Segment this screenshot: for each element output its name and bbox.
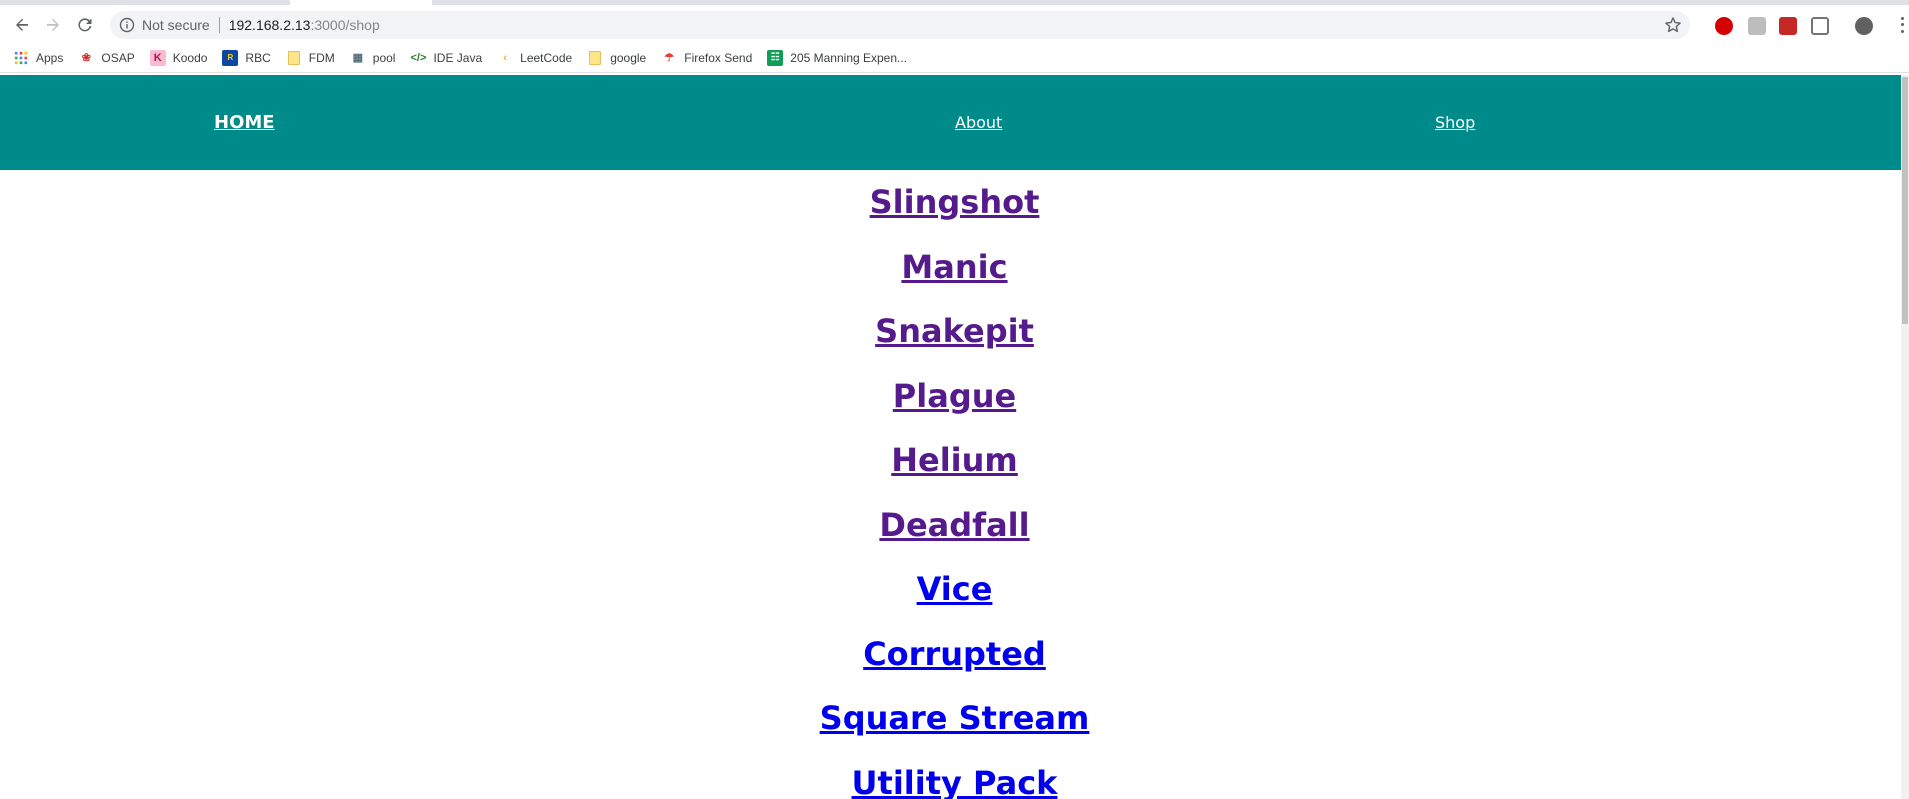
bookmark-label: LeetCode xyxy=(520,50,573,65)
omnibox-divider xyxy=(218,17,220,33)
koodo-icon: K xyxy=(149,49,166,66)
bookmark-ide-java[interactable]: </> IDE Java xyxy=(410,50,483,66)
bookmark-label: OSAP xyxy=(101,50,135,65)
maple-leaf-icon: ❀ xyxy=(81,52,91,64)
code-icon: </> xyxy=(410,51,427,64)
product-link-utility-pack[interactable]: Utility Pack xyxy=(0,751,1909,799)
bookmark-koodo[interactable]: K Koodo xyxy=(149,49,208,66)
forward-button[interactable] xyxy=(40,12,66,38)
nav-home-link[interactable]: HOME xyxy=(214,112,275,133)
page-scrollbar[interactable] xyxy=(1901,75,1909,799)
extension-icon[interactable] xyxy=(1748,17,1766,35)
bookmark-label: pool xyxy=(372,50,396,65)
product-link-slingshot[interactable]: Slingshot xyxy=(0,170,1909,235)
bookmark-osap[interactable]: ❀ OSAP xyxy=(78,50,135,66)
opera-extension-icon[interactable] xyxy=(1715,17,1733,35)
bookmark-apps[interactable]: Apps xyxy=(13,50,63,66)
forward-arrow-icon xyxy=(47,18,59,31)
rbc-icon: R xyxy=(222,49,239,66)
bookmark-firefox-send[interactable]: ☂ Firefox Send xyxy=(661,50,752,66)
bookmark-label: Koodo xyxy=(172,50,208,65)
site-navbar: HOME About Shop xyxy=(0,75,1909,170)
bookmark-rbc[interactable]: R RBC xyxy=(222,49,271,66)
leetcode-icon: ‹ xyxy=(503,51,507,64)
bookmark-label: Firefox Send xyxy=(684,50,753,65)
back-arrow-icon xyxy=(16,18,28,31)
url-host[interactable]: 192.168.2.13 xyxy=(229,17,311,33)
bookmark-fdm[interactable]: FDM xyxy=(286,50,335,66)
bookmark-pool[interactable]: ▦ pool xyxy=(350,50,396,66)
bookmark-label: Apps xyxy=(36,50,64,65)
nav-shop-link[interactable]: Shop xyxy=(1435,113,1475,132)
bookmark-label: RBC xyxy=(245,50,271,65)
bookmark-label: FDM xyxy=(308,50,335,65)
bookmark-leetcode[interactable]: ‹ LeetCode xyxy=(497,50,572,66)
extension-icon[interactable] xyxy=(1811,17,1829,35)
scrollbar-thumb[interactable] xyxy=(1902,77,1908,324)
product-link-helium[interactable]: Helium xyxy=(0,428,1909,493)
product-link-manic[interactable]: Manic xyxy=(0,235,1909,300)
product-link-snakepit[interactable]: Snakepit xyxy=(0,299,1909,364)
product-link-deadfall[interactable]: Deadfall xyxy=(0,493,1909,558)
bookmark-label: 205 Manning Expen... xyxy=(790,50,908,65)
reload-icon xyxy=(78,18,92,32)
sheets-icon: ☷ xyxy=(767,49,784,66)
product-link-square-stream[interactable]: Square Stream xyxy=(0,686,1909,751)
bookmark-label: google xyxy=(610,50,647,65)
folder-icon xyxy=(587,50,603,66)
apps-grid-icon xyxy=(13,50,29,66)
security-label[interactable]: Not secure xyxy=(142,17,210,33)
product-link-plague[interactable]: Plague xyxy=(0,364,1909,429)
avatar[interactable] xyxy=(1855,17,1873,35)
back-button[interactable] xyxy=(9,12,35,38)
bookmarks-bar: Apps ❀ OSAP K Koodo R RBC FDM ▦ pool </>… xyxy=(0,43,1909,73)
product-link-vice[interactable]: Vice xyxy=(0,557,1909,622)
extension-icon[interactable] xyxy=(1779,17,1797,35)
product-link-corrupted[interactable]: Corrupted xyxy=(0,622,1909,687)
folder-icon xyxy=(286,50,302,66)
pool-icon: ▦ xyxy=(352,52,363,64)
firefox-send-icon: ☂ xyxy=(664,52,675,64)
bookmark-google[interactable]: google xyxy=(587,50,646,66)
reload-button[interactable] xyxy=(72,12,98,38)
web-page: HOME About Shop Slingshot Manic Snakepit… xyxy=(0,75,1909,799)
url-path[interactable]: :3000/shop xyxy=(310,17,379,33)
nav-about-link[interactable]: About xyxy=(955,113,1002,132)
bookmark-manning-expenses[interactable]: ☷ 205 Manning Expen... xyxy=(767,49,908,66)
browser-toolbar: Not secure 192.168.2.13:3000/shop xyxy=(0,5,1909,43)
menu-icon[interactable] xyxy=(1897,15,1907,35)
bookmark-label: IDE Java xyxy=(433,50,483,65)
info-icon[interactable] xyxy=(119,17,135,33)
bookmark-star-icon[interactable] xyxy=(1664,16,1682,34)
product-list: Slingshot Manic Snakepit Plague Helium D… xyxy=(0,170,1909,799)
address-bar[interactable]: Not secure 192.168.2.13:3000/shop xyxy=(110,11,1690,39)
